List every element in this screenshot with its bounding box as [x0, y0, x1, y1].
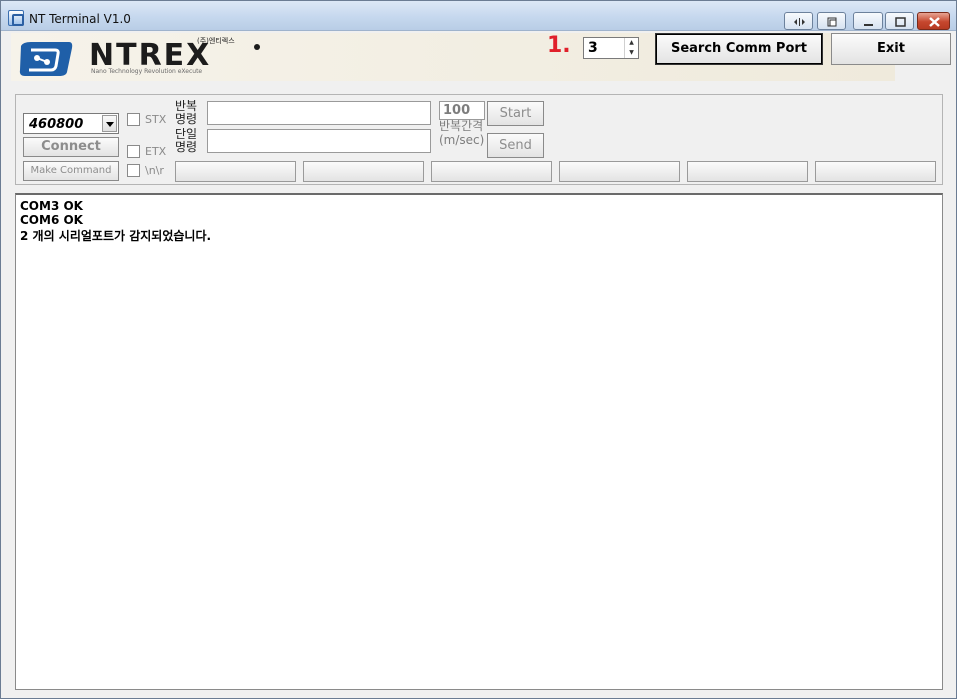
command-slot-button-5[interactable]: [687, 161, 808, 182]
stepper-arrows[interactable]: ▲ ▼: [624, 38, 638, 58]
etx-label: ETX: [145, 145, 167, 158]
repeat-command-label: 반복 명령: [175, 99, 198, 126]
newline-checkbox[interactable]: [127, 164, 140, 177]
stx-checkbox[interactable]: [127, 113, 140, 126]
command-slot-button-2[interactable]: [303, 161, 424, 182]
minimize-icon[interactable]: [853, 12, 883, 30]
make-command-button[interactable]: Make Command: [23, 161, 119, 181]
interval-label-line1: 반복간격: [439, 119, 484, 133]
close-icon[interactable]: [917, 12, 950, 30]
stepper-up-icon[interactable]: ▲: [625, 38, 638, 48]
app-icon: [8, 10, 24, 26]
single-command-input[interactable]: [207, 129, 431, 153]
interval-value: 100: [443, 103, 471, 118]
console-line: COM3 OK: [20, 199, 83, 213]
exit-button[interactable]: Exit: [831, 33, 951, 65]
connect-button[interactable]: Connect: [23, 137, 119, 157]
title-bar[interactable]: NT Terminal V1.0: [1, 1, 956, 31]
stepper-down-icon[interactable]: ▼: [625, 48, 638, 58]
etx-checkbox[interactable]: [127, 145, 140, 158]
command-slot-button-3[interactable]: [431, 161, 552, 182]
repeat-command-input[interactable]: [207, 101, 431, 125]
resize-icon[interactable]: [784, 12, 813, 30]
command-slot-button-1[interactable]: [175, 161, 296, 182]
logo-wordmark: NTREX: [89, 38, 212, 73]
window-title: NT Terminal V1.0: [29, 12, 131, 26]
single-command-label: 단일 명령: [175, 127, 198, 154]
command-slot-button-4[interactable]: [559, 161, 680, 182]
maximize-icon[interactable]: [885, 12, 914, 30]
step-annotation: 1.: [547, 33, 571, 58]
start-button[interactable]: Start: [487, 101, 544, 126]
logo-dot: [254, 44, 260, 50]
console-line: 2 개의 시리얼포트가 감지되었습니다.: [20, 229, 212, 243]
port-count-stepper[interactable]: 3 ▲ ▼: [583, 37, 639, 59]
logo-tagline: Nano Technology Revolution eXecute: [91, 68, 203, 75]
send-button[interactable]: Send: [487, 133, 544, 158]
ntrex-logo-icon: [19, 42, 73, 76]
baud-rate-select[interactable]: 460800: [23, 113, 119, 134]
app-window: NT Terminal V1.0 (주)엔티렉스 NTREX Nano Tech…: [0, 0, 957, 699]
search-comm-port-button[interactable]: Search Comm Port: [655, 33, 823, 65]
baud-rate-value: 460800: [29, 117, 84, 132]
console-output[interactable]: COM3 OK COM6 OK 2 개의 시리얼포트가 감지되었습니다.: [15, 193, 943, 690]
console-line: COM6 OK: [20, 213, 83, 227]
restore-window-icon[interactable]: [817, 12, 846, 30]
stx-label: STX: [145, 113, 167, 126]
port-count-value: 3: [588, 40, 598, 56]
interval-input[interactable]: 100: [439, 101, 485, 120]
chevron-down-icon[interactable]: [102, 115, 117, 132]
command-slot-button-6[interactable]: [815, 161, 936, 182]
interval-label-line2: (m/sec): [439, 133, 485, 147]
newline-label: \n\r: [145, 164, 164, 177]
interval-label: 반복간격 (m/sec): [439, 119, 484, 147]
